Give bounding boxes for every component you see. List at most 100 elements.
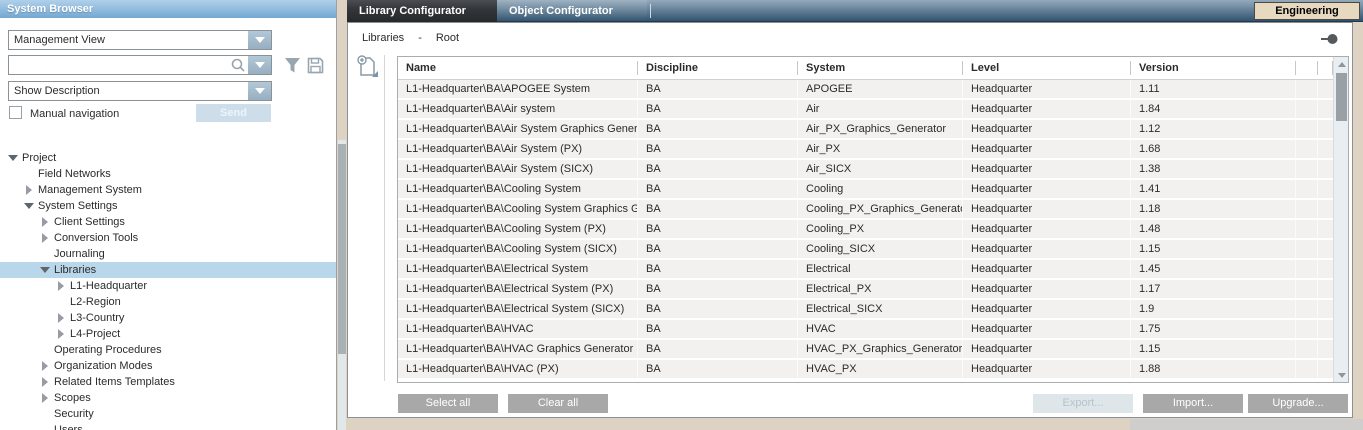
tree-item-journaling[interactable]: Journaling bbox=[0, 246, 336, 262]
tree-scrollbar-thumb[interactable] bbox=[338, 144, 346, 354]
tree-item-system-settings[interactable]: System Settings bbox=[0, 198, 336, 214]
table-row[interactable]: L1-Headquarter\BA\HVAC (PX)BAHVAC_PXHead… bbox=[398, 360, 1333, 380]
tree-item-client-settings[interactable]: Client Settings bbox=[0, 214, 336, 230]
description-selector[interactable]: Show Description bbox=[8, 81, 272, 101]
tree-item-management-system[interactable]: Management System bbox=[0, 182, 336, 198]
column-header-level[interactable]: Level bbox=[963, 57, 1131, 79]
expander-spacer bbox=[24, 169, 34, 179]
tree-item-project[interactable]: Project bbox=[0, 150, 336, 166]
table-row[interactable]: L1-Headquarter\BA\Electrical SystemBAEle… bbox=[398, 260, 1333, 280]
tree-item-security[interactable]: Security bbox=[0, 406, 336, 422]
table-row[interactable]: L1-Headquarter\BA\Electrical System (SIC… bbox=[398, 300, 1333, 320]
table-row[interactable]: L1-Headquarter\BA\Air System Graphics Ge… bbox=[398, 120, 1333, 140]
expand-icon[interactable] bbox=[40, 393, 50, 403]
cell-name: L1-Headquarter\BA\Air system bbox=[398, 100, 638, 118]
cell-extra2 bbox=[1318, 320, 1333, 338]
save-icon[interactable] bbox=[307, 57, 324, 74]
column-header-system[interactable]: System bbox=[798, 57, 963, 79]
tab-library-configurator[interactable]: Library Configurator bbox=[347, 0, 497, 22]
table-scrollbar-thumb[interactable] bbox=[1336, 73, 1347, 121]
table-row[interactable]: L1-Headquarter\BA\Air System (SICX)BAAir… bbox=[398, 160, 1333, 180]
engineering-button[interactable]: Engineering bbox=[1254, 2, 1360, 20]
cell-discipline: BA bbox=[638, 360, 798, 378]
tree-item-l3-country[interactable]: L3-Country bbox=[0, 310, 336, 326]
cell-version: 1.75 bbox=[1131, 320, 1296, 338]
cell-extra2 bbox=[1318, 240, 1333, 258]
select-all-button[interactable]: Select all bbox=[398, 394, 498, 413]
collapse-icon[interactable] bbox=[8, 153, 18, 163]
table-row[interactable]: L1-Headquarter\BA\Air System (PX)BAAir_P… bbox=[398, 140, 1333, 160]
scroll-down-icon[interactable] bbox=[1334, 368, 1349, 382]
new-library-icon[interactable] bbox=[356, 55, 380, 79]
cell-discipline: BA bbox=[638, 80, 798, 98]
table-row[interactable]: L1-Headquarter\BA\Air systemBAAirHeadqua… bbox=[398, 100, 1333, 120]
scroll-up-icon[interactable] bbox=[1334, 57, 1349, 71]
table-row[interactable]: L1-Headquarter\BA\Cooling SystemBACoolin… bbox=[398, 180, 1333, 200]
column-header-name[interactable]: Name bbox=[398, 57, 638, 79]
cell-extra bbox=[1296, 100, 1318, 118]
expand-icon[interactable] bbox=[40, 217, 50, 227]
expand-icon[interactable] bbox=[40, 377, 50, 387]
tree-item-field-networks[interactable]: Field Networks bbox=[0, 166, 336, 182]
import-button[interactable]: Import... bbox=[1143, 394, 1243, 413]
breadcrumb-section[interactable]: Libraries bbox=[362, 32, 404, 44]
search-box[interactable] bbox=[8, 55, 272, 75]
export-button[interactable]: Export... bbox=[1033, 394, 1133, 413]
column-header-discipline[interactable]: Discipline bbox=[638, 57, 798, 79]
cell-extra2 bbox=[1318, 80, 1333, 98]
breadcrumb-item[interactable]: Root bbox=[436, 32, 459, 44]
manual-navigation-checkbox[interactable] bbox=[9, 106, 22, 119]
clear-all-button[interactable]: Clear all bbox=[508, 394, 608, 413]
collapse-icon[interactable] bbox=[40, 265, 50, 275]
expand-icon[interactable] bbox=[56, 313, 66, 323]
tree-item-label: L1-Headquarter bbox=[70, 280, 147, 292]
tab-divider bbox=[650, 4, 651, 18]
expand-icon[interactable] bbox=[56, 329, 66, 339]
upgrade-button[interactable]: Upgrade... bbox=[1248, 394, 1348, 413]
chevron-down-icon[interactable] bbox=[248, 82, 271, 100]
table-row[interactable]: L1-Headquarter\BA\Cooling System Graphic… bbox=[398, 200, 1333, 220]
table-row[interactable]: L1-Headquarter\BA\Cooling System (PX)BAC… bbox=[398, 220, 1333, 240]
tree-item-l2-region[interactable]: L2-Region bbox=[0, 294, 336, 310]
cell-extra bbox=[1296, 280, 1318, 298]
pin-icon[interactable] bbox=[1320, 33, 1338, 45]
expand-icon[interactable] bbox=[40, 361, 50, 371]
table-scrollbar[interactable] bbox=[1333, 57, 1348, 382]
search-icon[interactable] bbox=[230, 57, 246, 73]
tree-item-l4-project[interactable]: L4-Project bbox=[0, 326, 336, 342]
library-configurator-pane: Libraries - Root Name Discipline System … bbox=[347, 22, 1353, 418]
collapse-icon[interactable] bbox=[24, 201, 34, 211]
tree-item-libraries[interactable]: Libraries bbox=[0, 262, 336, 278]
tree-scrollbar[interactable] bbox=[338, 140, 346, 430]
tree-item-scopes[interactable]: Scopes bbox=[0, 390, 336, 406]
tree-item-users[interactable]: Users bbox=[0, 422, 336, 430]
cell-system: Electrical_PX bbox=[798, 280, 963, 298]
view-selector[interactable]: Management View bbox=[8, 30, 272, 50]
cell-version: 1.41 bbox=[1131, 180, 1296, 198]
send-button[interactable]: Send bbox=[196, 104, 271, 122]
tree-item-operating-procedures[interactable]: Operating Procedures bbox=[0, 342, 336, 358]
expand-icon[interactable] bbox=[56, 281, 66, 291]
chevron-down-icon[interactable] bbox=[248, 31, 271, 49]
filter-icon[interactable] bbox=[284, 57, 301, 74]
column-header-version[interactable]: Version bbox=[1131, 57, 1296, 79]
table-row[interactable]: L1-Headquarter\BA\HVACBAHVACHeadquarter1… bbox=[398, 320, 1333, 340]
cell-name: L1-Headquarter\BA\Cooling System bbox=[398, 180, 638, 198]
tree-item-organization-modes[interactable]: Organization Modes bbox=[0, 358, 336, 374]
search-input[interactable] bbox=[9, 57, 230, 73]
table-row[interactable]: L1-Headquarter\BA\Electrical System (PX)… bbox=[398, 280, 1333, 300]
cell-system: HVAC_PX bbox=[798, 360, 963, 378]
tree-item-related-items-templates[interactable]: Related Items Templates bbox=[0, 374, 336, 390]
tab-object-configurator[interactable]: Object Configurator bbox=[497, 0, 647, 22]
chevron-down-icon[interactable] bbox=[248, 56, 271, 74]
table-row[interactable]: L1-Headquarter\BA\HVAC Graphics Generato… bbox=[398, 340, 1333, 360]
table-row[interactable]: L1-Headquarter\BA\APOGEE SystemBAAPOGEEH… bbox=[398, 80, 1333, 100]
cell-extra2 bbox=[1318, 340, 1333, 358]
table-header: Name Discipline System Level Version bbox=[398, 57, 1333, 80]
expand-icon[interactable] bbox=[24, 185, 34, 195]
tree-item-l1-headquarter[interactable]: L1-Headquarter bbox=[0, 278, 336, 294]
expand-icon[interactable] bbox=[40, 233, 50, 243]
tree-item-conversion-tools[interactable]: Conversion Tools bbox=[0, 230, 336, 246]
table-row[interactable]: L1-Headquarter\BA\Cooling System (SICX)B… bbox=[398, 240, 1333, 260]
cell-name: L1-Headquarter\BA\Electrical System bbox=[398, 260, 638, 278]
